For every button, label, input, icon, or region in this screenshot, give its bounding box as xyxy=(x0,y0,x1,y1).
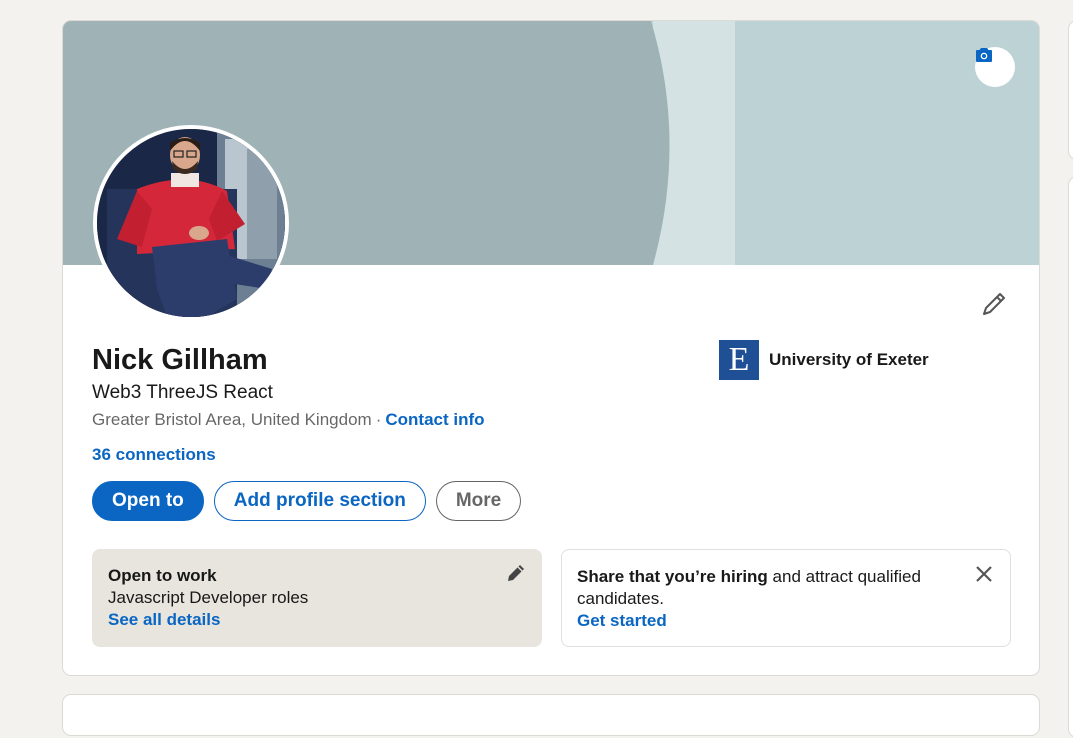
school-logo: E xyxy=(719,340,759,380)
pencil-icon xyxy=(981,291,1007,322)
education-item[interactable]: E University of Exeter xyxy=(719,340,929,380)
get-started-link[interactable]: Get started xyxy=(577,610,667,632)
connections-link[interactable]: 36 connections xyxy=(92,444,216,466)
more-button[interactable]: More xyxy=(435,481,522,521)
next-section-card xyxy=(62,694,1040,736)
edit-open-to-work-button[interactable] xyxy=(504,563,528,587)
profile-top-card: Nick Gillham Web3 ThreeJS React Greater … xyxy=(62,20,1040,676)
pencil-icon xyxy=(506,563,526,588)
profile-photo[interactable] xyxy=(93,125,289,321)
close-icon xyxy=(975,565,993,588)
open-to-work-title: Open to work xyxy=(108,566,217,585)
right-rail-card xyxy=(1068,20,1073,160)
open-to-button[interactable]: Open to xyxy=(92,481,204,521)
profile-actions: Open to Add profile section More xyxy=(92,481,522,521)
edit-banner-button[interactable] xyxy=(975,47,1015,87)
dismiss-hiring-button[interactable] xyxy=(972,564,996,588)
hiring-text: Share that you’re hiring and attract qua… xyxy=(577,566,957,610)
contact-info-link[interactable]: Contact info xyxy=(385,410,484,429)
profile-location-line: Greater Bristol Area, United Kingdom · Con… xyxy=(92,409,485,431)
location-separator: · xyxy=(375,410,382,429)
edit-intro-button[interactable] xyxy=(977,289,1011,323)
hiring-card: Share that you’re hiring and attract qua… xyxy=(561,549,1011,647)
school-name: University of Exeter xyxy=(769,350,929,369)
see-all-details-link[interactable]: See all details xyxy=(108,609,220,631)
right-rail-card-2 xyxy=(1068,176,1073,738)
open-to-work-roles: Javascript Developer roles xyxy=(108,588,309,607)
profile-location: Greater Bristol Area, United Kingdom xyxy=(92,410,372,429)
profile-headline: Web3 ThreeJS React xyxy=(92,382,273,403)
open-to-work-card: Open to work Javascript Developer roles … xyxy=(92,549,542,647)
hiring-title-bold: Share that you’re hiring xyxy=(577,567,768,586)
profile-photo-image xyxy=(97,129,285,317)
profile-name: Nick Gillham xyxy=(92,344,268,376)
add-profile-section-button[interactable]: Add profile section xyxy=(213,481,426,521)
